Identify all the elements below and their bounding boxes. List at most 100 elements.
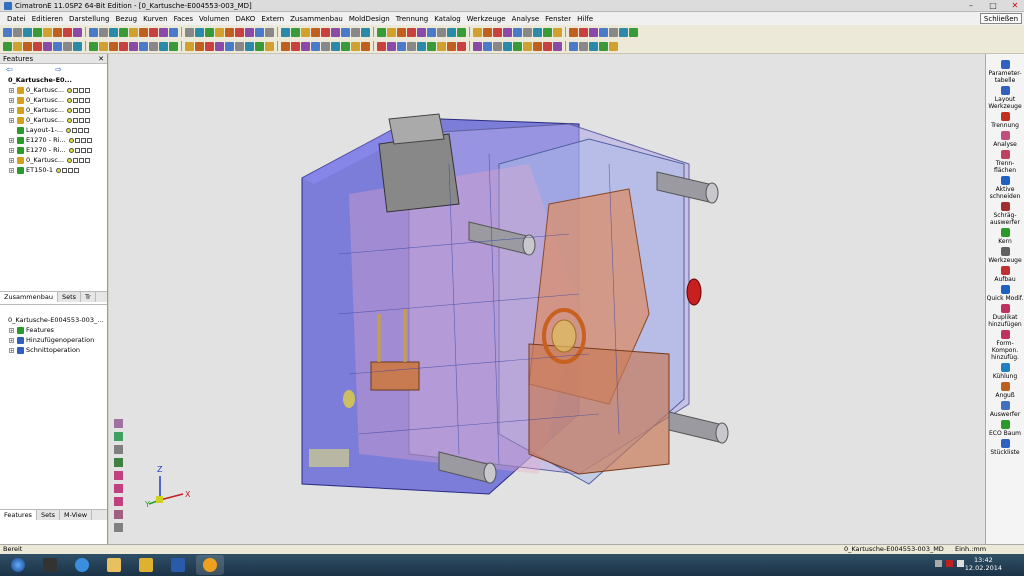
toolbar-tool-icon[interactable] xyxy=(13,27,22,37)
tab-zusammenbau[interactable]: Zusammenbau xyxy=(0,292,58,302)
toolbar-tool-icon[interactable] xyxy=(407,41,416,51)
menu-item-analyse[interactable]: Analyse xyxy=(509,15,543,23)
toolbar-tool-icon[interactable] xyxy=(13,41,22,51)
toolbar-tool-icon[interactable] xyxy=(377,41,386,51)
visibility-icon[interactable] xyxy=(79,87,85,93)
menu-item-bezug[interactable]: Bezug xyxy=(112,15,140,23)
toolbar-tool-icon[interactable] xyxy=(33,27,42,37)
visibility-icon[interactable] xyxy=(78,127,84,133)
right-panel-button[interactable]: Quick Modif. xyxy=(986,285,1024,302)
expand-icon[interactable]: + xyxy=(9,87,14,93)
toolbar-tool-icon[interactable] xyxy=(523,27,532,37)
bulb-icon[interactable] xyxy=(66,127,72,133)
tree-item[interactable]: +0_Kartusc... xyxy=(0,115,107,125)
toolbar-tool-icon[interactable] xyxy=(129,27,138,37)
toolbar-tool-icon[interactable] xyxy=(331,41,340,51)
show-icon[interactable] xyxy=(74,137,80,143)
3d-viewport[interactable]: Z X Y xyxy=(109,54,985,544)
menu-item-darstellung[interactable]: Darstellung xyxy=(66,15,112,23)
toolbar-tool-icon[interactable] xyxy=(215,41,224,51)
tree-item[interactable]: +0_Kartusc... xyxy=(0,95,107,105)
show-icon[interactable] xyxy=(72,127,78,133)
toolbar-tool-icon[interactable] xyxy=(341,27,350,37)
toolbar-tool-icon[interactable] xyxy=(3,41,12,51)
toolbar-tool-icon[interactable] xyxy=(159,41,168,51)
toolbar-tool-icon[interactable] xyxy=(553,27,562,37)
right-panel-button[interactable]: Kern xyxy=(986,228,1024,245)
toolbar-tool-icon[interactable] xyxy=(291,41,300,51)
toolbar-tool-icon[interactable] xyxy=(265,27,274,37)
toolbar-tool-icon[interactable] xyxy=(523,41,532,51)
toolbar-tool-icon[interactable] xyxy=(589,41,598,51)
show-icon[interactable] xyxy=(73,107,79,113)
toolbar-tool-icon[interactable] xyxy=(185,41,194,51)
toolbar-tool-icon[interactable] xyxy=(255,27,264,37)
lock-icon[interactable] xyxy=(86,137,92,143)
toolbar-tool-icon[interactable] xyxy=(139,41,148,51)
toolbar-tool-icon[interactable] xyxy=(43,41,52,51)
toolbar-tool-icon[interactable] xyxy=(569,27,578,37)
toolbar-tool-icon[interactable] xyxy=(139,27,148,37)
toolbar-tool-icon[interactable] xyxy=(109,41,118,51)
lock-icon[interactable] xyxy=(85,97,91,103)
toolbar-tool-icon[interactable] xyxy=(245,27,254,37)
lock-icon[interactable] xyxy=(84,127,90,133)
toolbar-tool-icon[interactable] xyxy=(129,41,138,51)
toolbar-tool-icon[interactable] xyxy=(205,27,214,37)
view-tool-icon[interactable] xyxy=(114,458,123,467)
view-tool-icon[interactable] xyxy=(114,419,123,428)
menu-item-hilfe[interactable]: Hilfe xyxy=(574,15,596,23)
toolbar-tool-icon[interactable] xyxy=(225,27,234,37)
expand-icon[interactable]: + xyxy=(9,167,14,173)
toolbar-tool-icon[interactable] xyxy=(169,41,178,51)
expand-icon[interactable]: + xyxy=(9,157,14,163)
toolbar-tool-icon[interactable] xyxy=(351,41,360,51)
taskbar-app[interactable] xyxy=(36,555,64,575)
toolbar-tool-icon[interactable] xyxy=(63,27,72,37)
menu-item-zusammenbau[interactable]: Zusammenbau xyxy=(287,15,346,23)
right-panel-button[interactable]: Aufbau xyxy=(986,266,1024,283)
toolbar-tool-icon[interactable] xyxy=(427,41,436,51)
tab-features[interactable]: Features xyxy=(0,510,37,520)
start-button[interactable] xyxy=(4,555,32,575)
toolbar-tool-icon[interactable] xyxy=(447,41,456,51)
right-panel-button[interactable]: Werkzeuge xyxy=(986,247,1024,264)
right-panel-button[interactable]: Kühlung xyxy=(986,363,1024,380)
right-panel-button[interactable]: Duplikat hinzufügen xyxy=(986,304,1024,328)
bulb-icon[interactable] xyxy=(68,137,74,143)
toolbar-tool-icon[interactable] xyxy=(321,41,330,51)
toolbar-tool-icon[interactable] xyxy=(149,27,158,37)
visibility-icon[interactable] xyxy=(79,97,85,103)
visibility-icon[interactable] xyxy=(80,147,86,153)
back-arrow-icon[interactable]: ⇦ xyxy=(6,65,13,75)
tree-item[interactable]: +0_Kartusc... xyxy=(0,105,107,115)
view-tool-icon[interactable] xyxy=(114,471,123,480)
bulb-icon[interactable] xyxy=(67,97,73,103)
toolbar-tool-icon[interactable] xyxy=(377,27,386,37)
show-icon[interactable] xyxy=(74,147,80,153)
right-panel-button[interactable]: Anguß xyxy=(986,382,1024,399)
toolbar-tool-icon[interactable] xyxy=(437,27,446,37)
toolbar-tool-icon[interactable] xyxy=(63,41,72,51)
toolbar-tool-icon[interactable] xyxy=(543,27,552,37)
view-tool-icon[interactable] xyxy=(114,510,123,519)
menu-item-volumen[interactable]: Volumen xyxy=(196,15,232,23)
toolbar-tool-icon[interactable] xyxy=(235,27,244,37)
menu-item-datei[interactable]: Datei xyxy=(4,15,29,23)
toolbar-tool-icon[interactable] xyxy=(473,41,482,51)
toolbar-tool-icon[interactable] xyxy=(301,27,310,37)
taskbar-app[interactable] xyxy=(100,555,128,575)
toolbar-tool-icon[interactable] xyxy=(281,41,290,51)
lock-icon[interactable] xyxy=(85,107,91,113)
toolbar-tool-icon[interactable] xyxy=(311,27,320,37)
ops-tree-item[interactable]: + Schnittoperation xyxy=(0,345,107,355)
right-panel-button[interactable]: Stückliste xyxy=(986,439,1024,456)
toolbar-tool-icon[interactable] xyxy=(543,41,552,51)
expand-icon[interactable]: + xyxy=(9,137,14,143)
toolbar-tool-icon[interactable] xyxy=(291,27,300,37)
toolbar-tool-icon[interactable] xyxy=(427,27,436,37)
taskbar-app[interactable] xyxy=(196,555,224,575)
toolbar-tool-icon[interactable] xyxy=(619,27,628,37)
toolbar-tool-icon[interactable] xyxy=(33,41,42,51)
menu-item-dako[interactable]: DAKO xyxy=(233,15,259,23)
